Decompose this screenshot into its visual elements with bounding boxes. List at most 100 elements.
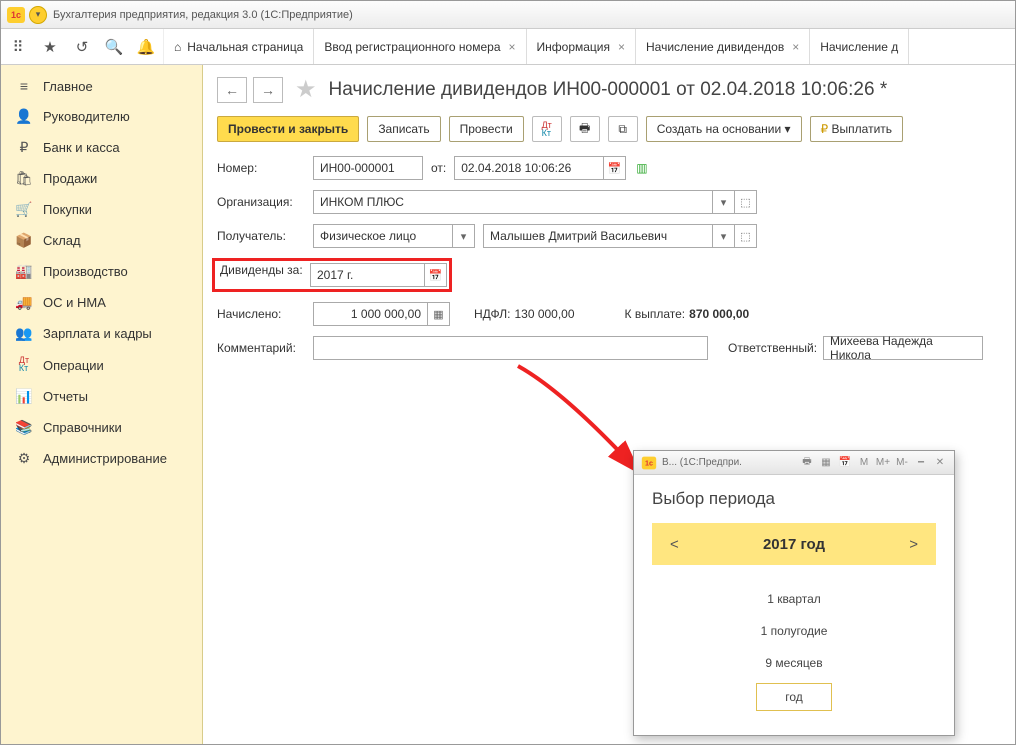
sidebar-item[interactable]: ₽Банк и касса — [1, 132, 202, 163]
close-icon[interactable]: ✕ — [932, 456, 948, 470]
year-prev-button[interactable]: < — [670, 536, 679, 553]
year-picker: < 2017 год > — [652, 523, 936, 565]
favorite-star-icon[interactable]: ★ — [295, 75, 317, 104]
tab-item[interactable]: Начисление д — [810, 29, 909, 64]
tool-icon[interactable]: M+ — [875, 456, 891, 470]
popup-wintitle: В... (1С:Предпри. — [662, 457, 742, 468]
period-option[interactable]: 1 квартал — [652, 583, 936, 615]
create-based-button[interactable]: Создать на основании ▾ — [646, 116, 802, 142]
logo-1c-icon: 1c — [642, 456, 656, 469]
dtkt-icon: ДтКт — [15, 356, 33, 374]
dtkt-button[interactable]: ДтКт — [532, 116, 562, 142]
date-input[interactable]: 02.04.2018 10:06:26 — [454, 156, 604, 180]
forward-button[interactable]: → — [253, 77, 283, 103]
ruble-icon: ₽ — [15, 139, 33, 156]
history-icon[interactable]: ↺ — [73, 38, 91, 56]
calc-icon[interactable]: ▦ — [428, 302, 450, 326]
year-value: 2017 год — [763, 536, 825, 553]
open-icon[interactable]: ⬚ — [735, 190, 757, 214]
tab-item[interactable]: Информация× — [527, 29, 637, 64]
tool-icon[interactable]: ▦ — [818, 456, 834, 470]
topbar: ⠿ ★ ↺ 🔍 🔔 ⌂ Начальная страница Ввод реги… — [1, 29, 1015, 65]
chevron-down-icon[interactable]: ▾ — [713, 190, 735, 214]
main: ← → ★ Начисление дивидендов ИН00-000001 … — [203, 65, 1015, 744]
sidebar-item[interactable]: 🚚ОС и НМА — [1, 287, 202, 318]
tool-icon[interactable]: 📅 — [837, 456, 853, 470]
topay-label: К выплате: — [625, 307, 686, 321]
tool-icon[interactable]: M — [856, 456, 872, 470]
topay-value: 870 000,00 — [689, 307, 749, 321]
div-for-label: Дивиденды за: — [217, 263, 310, 287]
period-picker-popup: 1c В... (1С:Предпри. 🖶 ▦ 📅 M M+ M- 🗕 ✕ В… — [633, 450, 955, 736]
menu-icon: ≡ — [15, 78, 33, 94]
chevron-down-icon[interactable]: ▾ — [453, 224, 475, 248]
post-and-close-button[interactable]: Провести и закрыть — [217, 116, 359, 142]
period-option[interactable]: 1 полугодие — [652, 615, 936, 647]
star-icon[interactable]: ★ — [41, 38, 59, 56]
pay-button[interactable]: ₽ Выплатить — [810, 116, 903, 142]
sidebar-item[interactable]: 👥Зарплата и кадры — [1, 318, 202, 349]
sidebar-item[interactable]: 📦Склад — [1, 225, 202, 256]
popup-titlebar: 1c В... (1С:Предпри. 🖶 ▦ 📅 M M+ M- 🗕 ✕ — [634, 451, 954, 475]
bag-icon: 🛍 — [15, 170, 33, 187]
minimize-icon[interactable]: 🗕 — [913, 456, 929, 470]
search-icon[interactable]: 🔍 — [105, 38, 123, 56]
people-icon: 👥 — [15, 325, 33, 342]
calendar-icon[interactable]: 📅 — [425, 263, 447, 287]
open-icon[interactable]: ⬚ — [735, 224, 757, 248]
ok-flag-icon: ▥ — [636, 161, 647, 175]
org-input[interactable]: ИНКОМ ПЛЮС — [313, 190, 713, 214]
back-button[interactable]: ← — [217, 77, 247, 103]
dropdown-circle-icon[interactable]: ▾ — [29, 6, 47, 24]
tool-icon[interactable]: 🖶 — [799, 456, 815, 470]
recipient-label: Получатель: — [217, 229, 313, 243]
from-label: от: — [431, 161, 446, 175]
period-option-selected[interactable]: год — [756, 683, 832, 711]
post-button[interactable]: Провести — [449, 116, 524, 142]
sidebar-item[interactable]: 🛍Продажи — [1, 163, 202, 194]
chevron-down-icon[interactable]: ▾ — [713, 224, 735, 248]
number-input[interactable]: ИН00-000001 — [313, 156, 423, 180]
cart-icon: 🛒 — [15, 201, 33, 218]
period-option[interactable]: 9 месяцев — [652, 647, 936, 679]
print-button[interactable]: 🖶 — [570, 116, 600, 142]
close-icon[interactable]: × — [618, 40, 625, 54]
app-title: Бухгалтерия предприятия, редакция 3.0 (1… — [53, 9, 353, 21]
recipient-type-input[interactable]: Физическое лицо — [313, 224, 453, 248]
chart-icon: 📊 — [15, 388, 33, 405]
tab-item[interactable]: Ввод регистрационного номера× — [314, 29, 526, 64]
popup-heading: Выбор периода — [652, 489, 936, 509]
sidebar-item[interactable]: ⚙Администрирование — [1, 443, 202, 474]
page-title: Начисление дивидендов ИН00-000001 от 02.… — [329, 79, 888, 101]
sidebar-item[interactable]: ДтКтОперации — [1, 349, 202, 381]
responsible-input[interactable]: Михеева Надежда Никола — [823, 336, 983, 360]
number-label: Номер: — [217, 161, 313, 175]
accrued-input[interactable]: 1 000 000,00 — [313, 302, 428, 326]
person-icon: 👤 — [15, 108, 33, 125]
sidebar-item[interactable]: ≡Главное — [1, 71, 202, 101]
sidebar-item[interactable]: 📚Справочники — [1, 412, 202, 443]
close-icon[interactable]: × — [792, 40, 799, 54]
ndfl-label: НДФЛ: — [474, 307, 510, 321]
apps-icon[interactable]: ⠿ — [9, 38, 27, 56]
recipient-name-input[interactable]: Малышев Дмитрий Васильевич — [483, 224, 713, 248]
tab-item[interactable]: Начисление дивидендов× — [636, 29, 810, 64]
sidebar-item[interactable]: 📊Отчеты — [1, 381, 202, 412]
sidebar-item[interactable]: 👤Руководителю — [1, 101, 202, 132]
tab-home[interactable]: ⌂ Начальная страница — [164, 29, 314, 64]
tool-icon[interactable]: M- — [894, 456, 910, 470]
link-button[interactable]: ⧉ — [608, 116, 638, 142]
box-icon: 📦 — [15, 232, 33, 249]
sidebar-item[interactable]: 🛒Покупки — [1, 194, 202, 225]
calendar-icon[interactable]: 📅 — [604, 156, 626, 180]
dividends-for-highlight: Дивиденды за: 2017 г. 📅 — [212, 258, 452, 292]
sidebar-item[interactable]: 🏭Производство — [1, 256, 202, 287]
responsible-label: Ответственный: — [728, 341, 817, 355]
close-icon[interactable]: × — [509, 40, 516, 54]
div-for-input[interactable]: 2017 г. — [310, 263, 425, 287]
bell-icon[interactable]: 🔔 — [137, 38, 155, 56]
ndfl-value: 130 000,00 — [514, 307, 574, 321]
write-button[interactable]: Записать — [367, 116, 440, 142]
year-next-button[interactable]: > — [909, 536, 918, 553]
comment-input[interactable] — [313, 336, 708, 360]
